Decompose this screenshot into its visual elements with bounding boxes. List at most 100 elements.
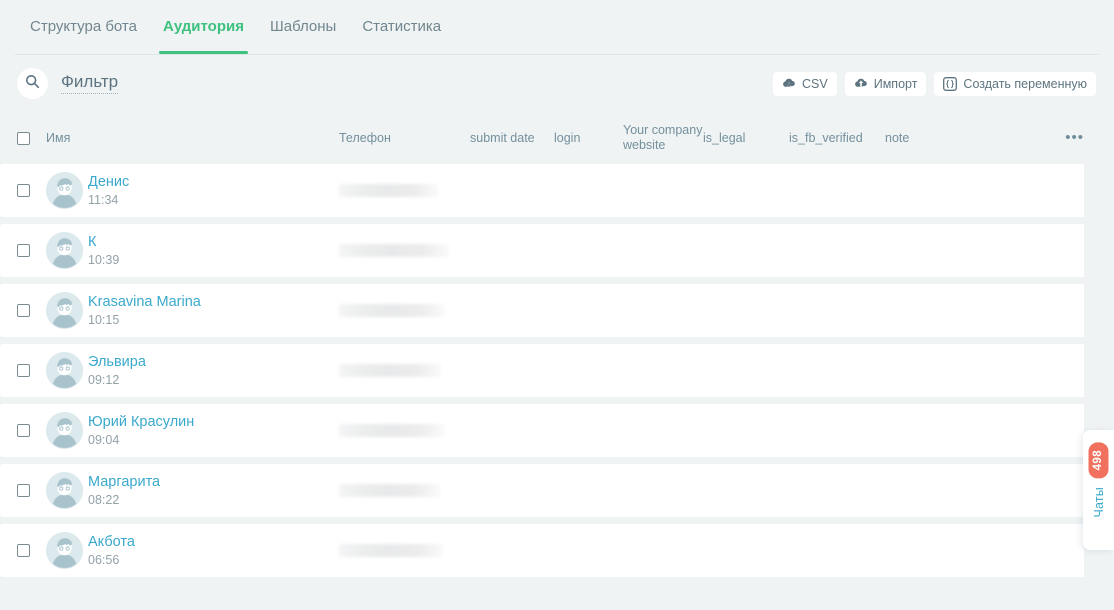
row-checkbox[interactable] [17, 544, 30, 557]
table-row[interactable]: Эльвира 09:12 [0, 344, 1084, 397]
phone-redacted-value [339, 304, 445, 317]
contact-time: 10:15 [88, 313, 120, 327]
filter-input[interactable]: Фильтр [61, 72, 119, 95]
contact-time: 08:22 [88, 493, 120, 507]
phone-redacted-value [339, 364, 441, 377]
contact-name-link[interactable]: К [88, 234, 339, 250]
table-row[interactable]: Юрий Красулин 09:04 [0, 404, 1084, 457]
filter-toolbar: Фильтр CSV Импорт Создать переменную [0, 55, 1114, 112]
contact-time: 09:04 [88, 433, 120, 447]
select-all-checkbox[interactable] [17, 131, 30, 145]
phone-cell [339, 484, 470, 497]
row-select-cell [17, 184, 46, 197]
avatar-cell [46, 172, 88, 209]
column-header-is-legal[interactable]: is_legal [703, 131, 789, 146]
name-cell: Эльвира 09:12 [88, 354, 339, 387]
avatar-cell [46, 292, 88, 329]
column-options-menu-icon[interactable]: ••• [1065, 130, 1084, 145]
contact-name-link[interactable]: Акбота [88, 534, 339, 550]
phone-redacted-value [339, 544, 443, 557]
row-checkbox[interactable] [17, 364, 30, 377]
cloud-download-icon [782, 77, 796, 90]
avatar [46, 352, 83, 389]
contact-time: 11:34 [88, 193, 119, 207]
tab-audience[interactable]: Аудитория [150, 0, 257, 54]
table-row[interactable]: К 10:39 [0, 224, 1084, 277]
name-cell: Krasavina Marina 10:15 [88, 294, 339, 327]
table-row[interactable]: Акбота 06:56 [0, 524, 1084, 577]
select-all-cell [17, 131, 46, 145]
column-header-company-website[interactable]: Your company website [623, 123, 703, 153]
phone-cell [339, 424, 470, 437]
column-header-note[interactable]: note [885, 131, 965, 146]
table-row[interactable]: Маргарита 08:22 [0, 464, 1084, 517]
table-row[interactable]: Денис 11:34 [0, 164, 1084, 217]
audience-table-body: Денис 11:34 К 10:39 Krasavina Marina 10:15 Эль… [0, 164, 1114, 590]
row-select-cell [17, 484, 46, 497]
create-variable-button-label: Создать переменную [963, 76, 1087, 91]
cloud-upload-icon [854, 77, 868, 90]
avatar [46, 172, 83, 209]
tab-templates[interactable]: Шаблоны [257, 0, 349, 54]
import-button[interactable]: Импорт [844, 71, 927, 96]
chats-side-panel-button[interactable]: 498 Чаты [1083, 430, 1114, 550]
phone-cell [339, 544, 470, 557]
csv-export-button[interactable]: CSV [773, 71, 837, 96]
row-checkbox[interactable] [17, 244, 30, 257]
contact-name-link[interactable]: Юрий Красулин [88, 414, 339, 430]
csv-button-label: CSV [802, 76, 828, 91]
table-row[interactable]: Krasavina Marina 10:15 [0, 284, 1084, 337]
row-checkbox[interactable] [17, 304, 30, 317]
table-header-row: Имя Телефон submit date login Your compa… [0, 112, 1114, 164]
create-variable-button[interactable]: Создать переменную [934, 71, 1096, 96]
phone-cell [339, 364, 470, 377]
contact-time: 09:12 [88, 373, 120, 387]
avatar-cell [46, 412, 88, 449]
name-cell: Маргарита 08:22 [88, 474, 339, 507]
contact-name-link[interactable]: Маргарита [88, 474, 339, 490]
phone-redacted-value [339, 484, 440, 497]
avatar-cell [46, 352, 88, 389]
phone-cell [339, 184, 470, 197]
row-checkbox[interactable] [17, 484, 30, 497]
row-checkbox[interactable] [17, 424, 30, 437]
contact-name-link[interactable]: Эльвира [88, 354, 339, 370]
avatar [46, 292, 83, 329]
phone-redacted-value [339, 244, 449, 257]
main-tab-bar: Структура бота Аудитория Шаблоны Статист… [0, 0, 1114, 55]
name-cell: Денис 11:34 [88, 174, 339, 207]
column-header-submit-date[interactable]: submit date [470, 131, 554, 146]
avatar [46, 412, 83, 449]
tab-bot-structure[interactable]: Структура бота [17, 0, 150, 54]
avatar [46, 472, 83, 509]
contact-time: 10:39 [88, 253, 120, 267]
filter-group: Фильтр [17, 68, 119, 99]
avatar-cell [46, 232, 88, 269]
name-cell: Акбота 06:56 [88, 534, 339, 567]
contact-name-link[interactable]: Krasavina Marina [88, 294, 339, 310]
avatar-cell [46, 472, 88, 509]
phone-cell [339, 304, 470, 317]
contact-name-link[interactable]: Денис [88, 174, 339, 190]
row-checkbox[interactable] [17, 184, 30, 197]
name-cell: К 10:39 [88, 234, 339, 267]
row-select-cell [17, 364, 46, 377]
row-select-cell [17, 424, 46, 437]
search-button[interactable] [17, 68, 48, 99]
chats-panel-label: Чаты [1091, 487, 1106, 518]
column-header-name[interactable]: Имя [46, 131, 339, 146]
row-select-cell [17, 244, 46, 257]
avatar [46, 232, 83, 269]
chats-unread-badge: 498 [1088, 442, 1109, 479]
column-header-is-fb-verified[interactable]: is_fb_verified [789, 131, 885, 146]
name-cell: Юрий Красулин 09:04 [88, 414, 339, 447]
contact-time: 06:56 [88, 553, 120, 567]
search-icon [25, 74, 40, 94]
tab-statistics[interactable]: Статистика [349, 0, 454, 54]
phone-redacted-value [339, 184, 438, 197]
avatar [46, 532, 83, 569]
column-header-login[interactable]: login [554, 131, 623, 146]
row-select-cell [17, 544, 46, 557]
column-header-phone[interactable]: Телефон [339, 131, 470, 146]
avatar-cell [46, 532, 88, 569]
